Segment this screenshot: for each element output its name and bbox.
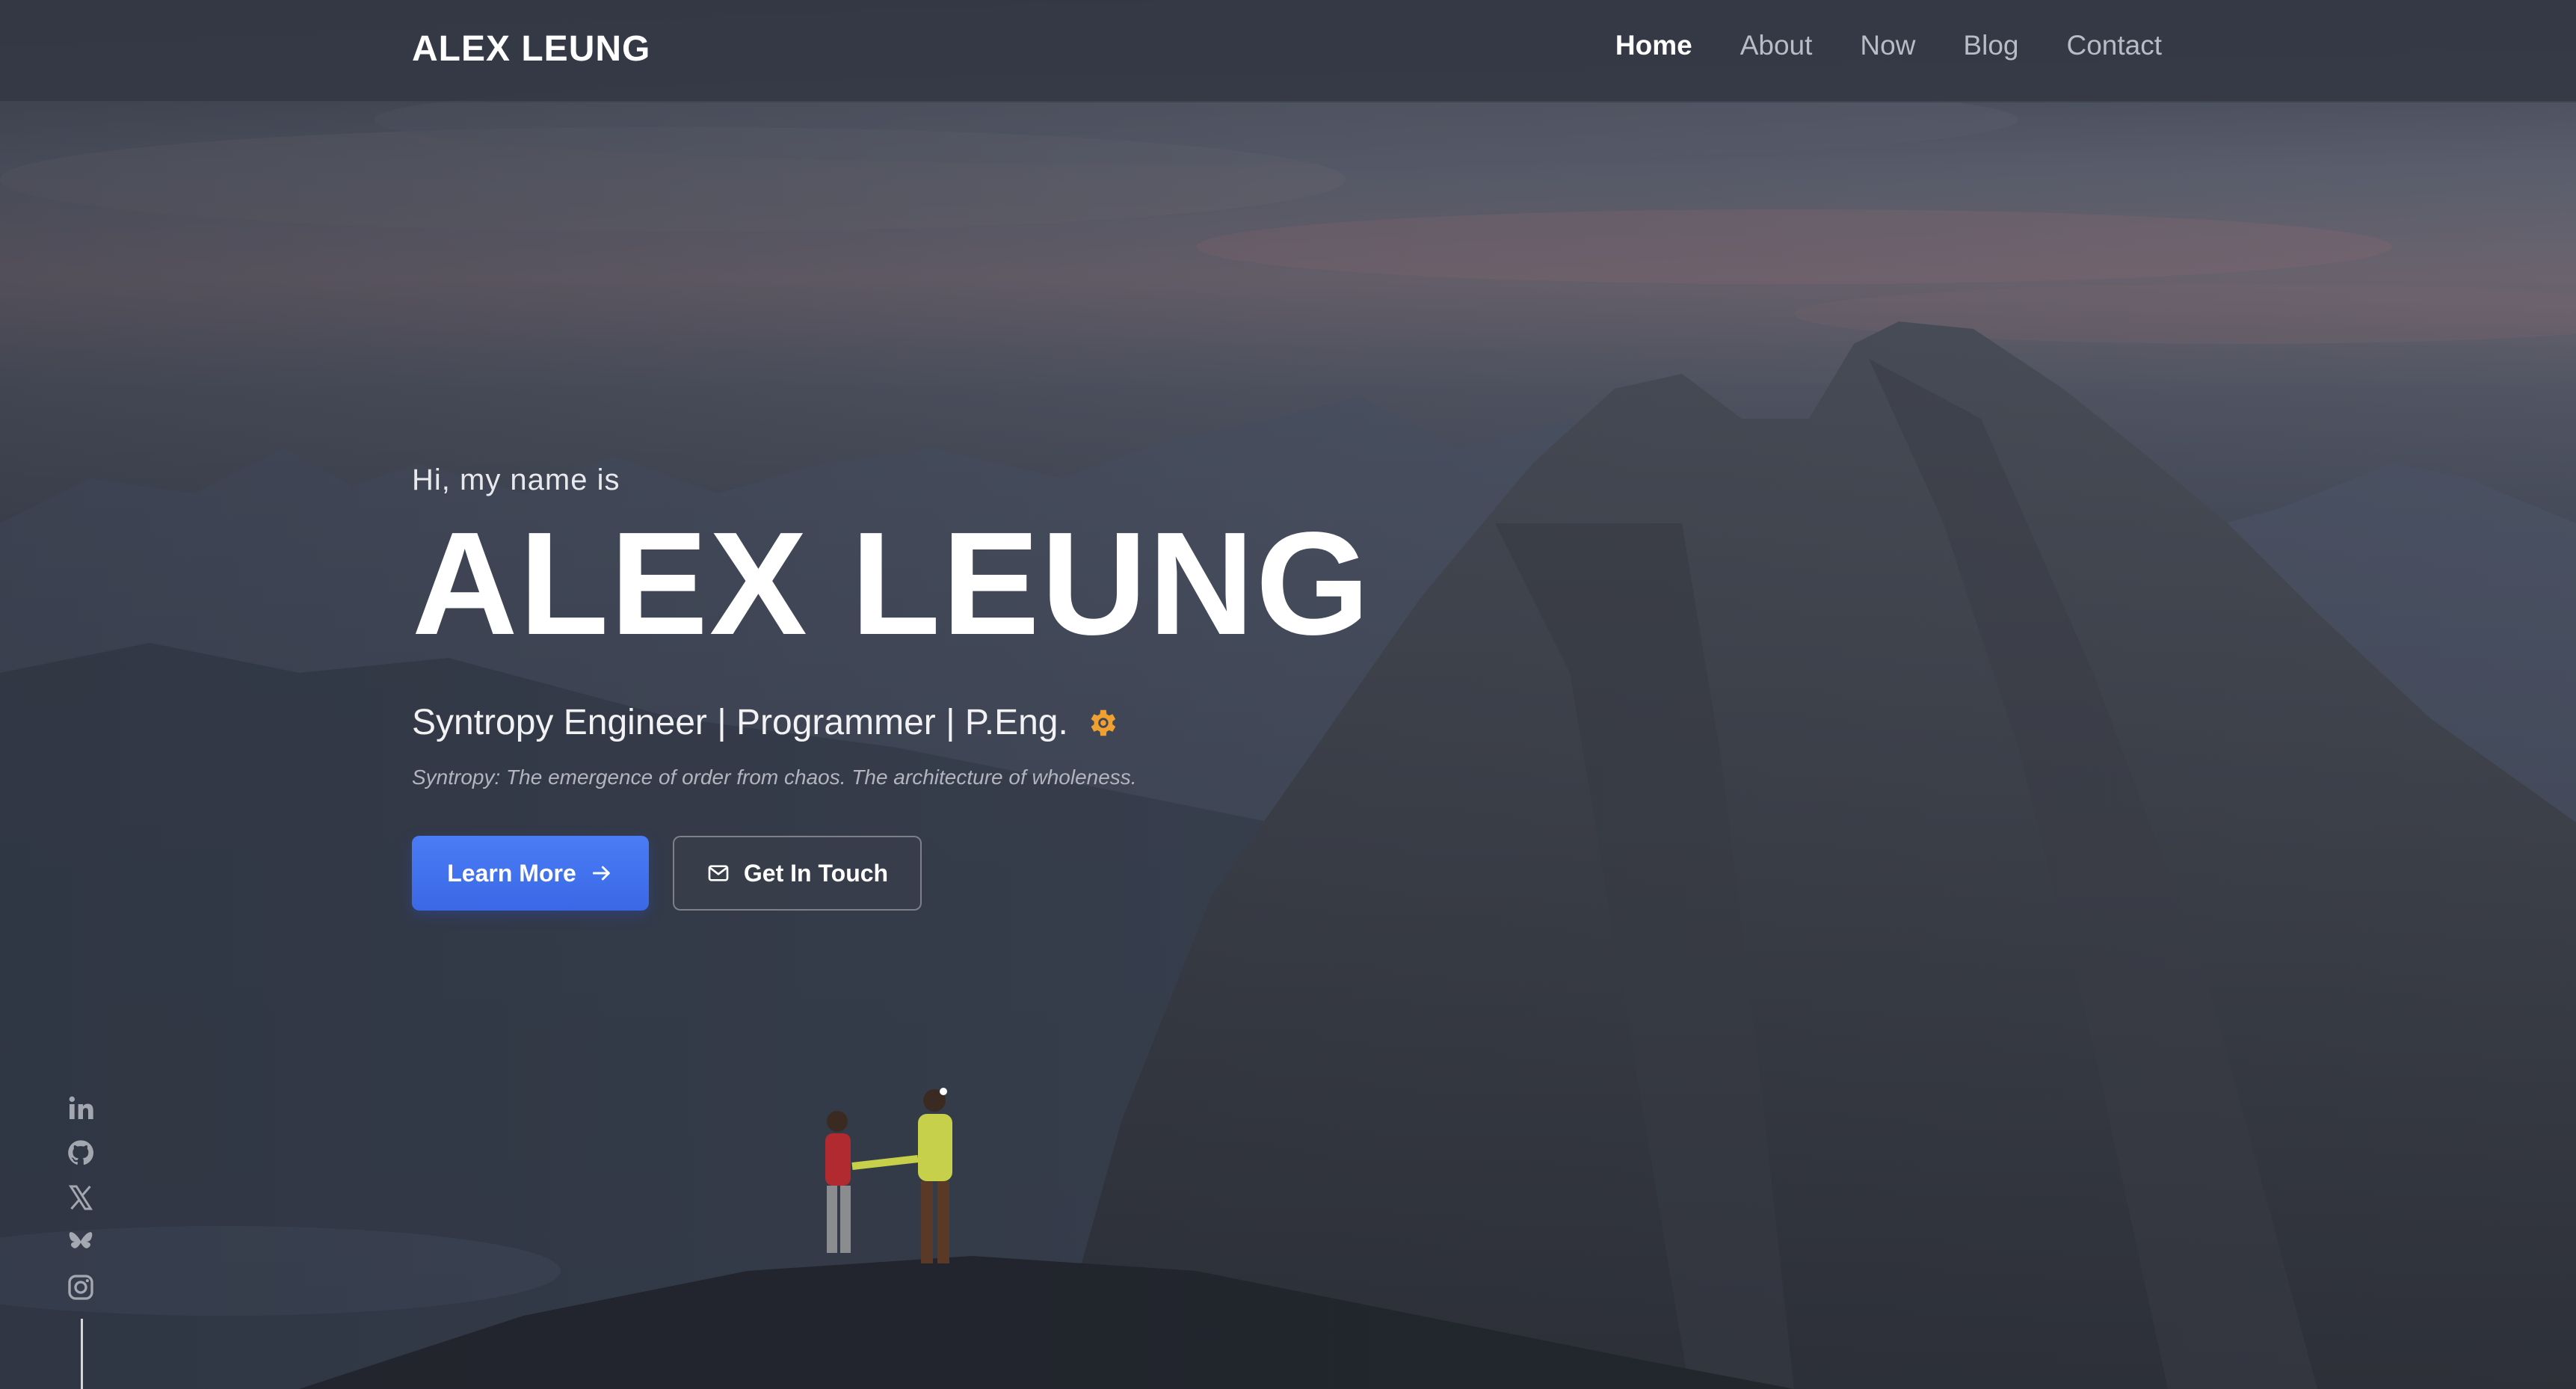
hikers-illustration	[825, 1088, 952, 1263]
hero-greeting: Hi, my name is	[412, 463, 620, 496]
social-links	[66, 1093, 96, 1302]
hero-name: ALEX LEUNG	[412, 502, 1372, 665]
nav-links: Home About Now Blog Contact	[1615, 30, 2162, 61]
bluesky-icon[interactable]	[66, 1228, 96, 1257]
get-in-touch-label: Get In Touch	[743, 859, 889, 887]
hero-section: Hi, my name is ALEX LEUNG Syntropy Engin…	[412, 463, 1458, 911]
syntropy-definition: Syntropy: The emergence of order from ch…	[412, 766, 1137, 789]
nav-link-blog[interactable]: Blog	[1963, 30, 2018, 61]
site-brand[interactable]: ALEX LEUNG	[412, 28, 650, 70]
nav-link-contact[interactable]: Contact	[2066, 30, 2162, 61]
x-twitter-icon[interactable]	[66, 1183, 96, 1213]
arrow-right-icon	[592, 866, 610, 881]
mail-icon	[708, 865, 729, 881]
learn-more-button[interactable]: Learn More	[412, 836, 649, 911]
cta-row: Learn More Get In Touch	[412, 836, 1458, 911]
learn-more-label: Learn More	[447, 859, 576, 887]
linkedin-icon[interactable]	[66, 1093, 96, 1123]
social-rail-divider	[81, 1319, 83, 1389]
nav-link-home[interactable]: Home	[1615, 30, 1692, 61]
top-navbar: ALEX LEUNG Home About Now Blog Contact	[0, 0, 2576, 102]
get-in-touch-button[interactable]: Get In Touch	[673, 836, 922, 911]
tagline-row: Syntropy Engineer | Programmer | P.Eng.	[412, 702, 1458, 743]
gear-icon	[1091, 709, 1116, 736]
nav-link-now[interactable]: Now	[1860, 30, 1915, 61]
nav-link-about[interactable]: About	[1740, 30, 1813, 61]
instagram-icon[interactable]	[66, 1272, 96, 1302]
github-icon[interactable]	[66, 1138, 96, 1168]
hero-tagline: Syntropy Engineer | Programmer | P.Eng.	[412, 703, 1068, 742]
